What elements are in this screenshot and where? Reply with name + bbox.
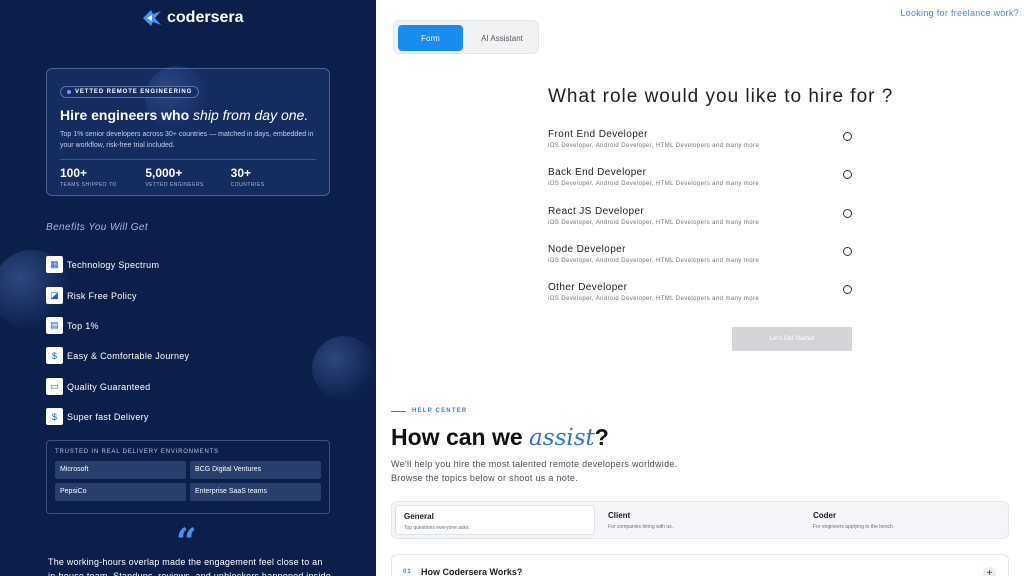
role-subtitle: iOS Developer, Android Developer, HTML D… bbox=[548, 296, 760, 302]
hero-title: Hire engineers who ship from day one. bbox=[60, 107, 316, 123]
benefit-label: Technology Spectrum bbox=[67, 259, 160, 270]
role-radio[interactable] bbox=[843, 285, 852, 294]
brand-logo[interactable]: codersera bbox=[141, 8, 244, 28]
stat-number: 5,000+ bbox=[145, 166, 183, 180]
hero-card: VETTED REMOTE ENGINEERING Hire engineers… bbox=[46, 68, 330, 196]
stat-item: 5,000+ VETTED ENGINEERS bbox=[145, 166, 230, 188]
role-subtitle: iOS Developer, Android Developer, HTML D… bbox=[548, 181, 760, 187]
role-name: Other Developer bbox=[548, 282, 628, 293]
trust-item: BCG Digital Ventures bbox=[190, 461, 321, 479]
tab-coder[interactable]: Coder For engineers applying to the benc… bbox=[805, 505, 1005, 535]
help-title: How can we assist? bbox=[391, 424, 609, 451]
help-label-text: HELP CENTER bbox=[412, 408, 468, 414]
pill-label: VETTED REMOTE ENGINEERING bbox=[75, 89, 193, 95]
category-name: General bbox=[404, 512, 434, 521]
trust-grid: Microsoft BCG Digital Ventures PepsiCo E… bbox=[55, 461, 321, 501]
label-line bbox=[391, 410, 406, 412]
role-option[interactable]: Back End Developer iOS Developer, Androi… bbox=[548, 167, 854, 187]
category-name: Coder bbox=[813, 511, 837, 520]
grid-icon: ▦ bbox=[46, 256, 63, 273]
stat-item: 100+ TEAMS SHIPPED TO bbox=[60, 166, 145, 188]
benefit-item: ▦ Technology Spectrum bbox=[46, 256, 159, 273]
help-description: We'll help you hire the most talented re… bbox=[391, 459, 678, 483]
faq-number: 01 bbox=[403, 569, 412, 575]
help-center-label: HELP CENTER bbox=[391, 408, 467, 414]
role-name: Front End Developer bbox=[548, 129, 648, 140]
stat-label: COUNTRIES bbox=[230, 182, 265, 188]
freelance-link[interactable]: Looking for freelance work? bbox=[900, 8, 1019, 18]
role-name: Back End Developer bbox=[548, 167, 647, 178]
trust-item: PepsiCo bbox=[55, 483, 186, 501]
benefit-label: Top 1% bbox=[67, 320, 99, 331]
benefit-item: $ Easy & Comfortable Journey bbox=[46, 347, 189, 364]
trust-item: Enterprise SaaS teams bbox=[190, 483, 321, 501]
role-option[interactable]: Node Developer iOS Developer, Android De… bbox=[548, 244, 854, 264]
stat-number: 100+ bbox=[60, 166, 88, 180]
role-radio[interactable] bbox=[843, 170, 852, 179]
category-sub: For engineers applying to the bench. bbox=[813, 524, 895, 530]
benefit-item: ◪ Risk Free Policy bbox=[46, 287, 137, 304]
help-title-accent: assist bbox=[529, 425, 595, 451]
trust-item: Microsoft bbox=[55, 461, 186, 479]
benefit-item: $ Super fast Delivery bbox=[46, 408, 149, 425]
logo-icon bbox=[143, 10, 161, 26]
category-sub: For companies hiring with us. bbox=[608, 524, 674, 530]
role-subtitle: iOS Developer, Android Developer, HTML D… bbox=[548, 220, 760, 226]
testimonial-text: The working-hours overlap made the engag… bbox=[48, 557, 331, 576]
benefit-label: Easy & Comfortable Journey bbox=[67, 350, 190, 361]
benefit-label: Super fast Delivery bbox=[67, 411, 149, 422]
trust-title: TRUSTED IN REAL DELIVERY ENVIRONMENTS bbox=[55, 449, 219, 455]
pill-dot-icon bbox=[67, 90, 71, 94]
category-sub: Top questions everyone asks. bbox=[404, 525, 470, 531]
brand-name: codersera bbox=[167, 9, 244, 26]
role-radio[interactable] bbox=[843, 209, 852, 218]
benefit-label: Quality Guaranteed bbox=[67, 381, 151, 392]
decor-glow bbox=[312, 336, 376, 400]
vetted-pill: VETTED REMOTE ENGINEERING bbox=[60, 86, 200, 98]
role-subtitle: iOS Developer, Android Developer, HTML D… bbox=[548, 143, 760, 149]
category-name: Client bbox=[608, 511, 631, 520]
divider bbox=[60, 159, 316, 160]
role-radio[interactable] bbox=[843, 132, 852, 141]
benefit-label: Risk Free Policy bbox=[67, 290, 137, 301]
stat-item: 30+ COUNTRIES bbox=[231, 166, 316, 188]
hero-stats: 100+ TEAMS SHIPPED TO 5,000+ VETTED ENGI… bbox=[60, 166, 316, 188]
role-name: React JS Developer bbox=[548, 206, 645, 217]
stat-number: 30+ bbox=[230, 166, 252, 180]
benefits-heading: Benefits You Will Get bbox=[46, 222, 149, 233]
left-panel: codersera VETTED REMOTE ENGINEERING Hire… bbox=[0, 0, 376, 576]
help-title-part: How can we bbox=[391, 424, 530, 450]
benefit-item: ▤ Top 1% bbox=[46, 317, 99, 334]
role-option[interactable]: React JS Developer iOS Developer, Androi… bbox=[548, 206, 854, 226]
role-subtitle: iOS Developer, Android Developer, HTML D… bbox=[548, 258, 760, 264]
tab-ai-assistant[interactable]: AI Assistant bbox=[468, 25, 536, 51]
star-icon: ▤ bbox=[46, 317, 63, 334]
stat-label: TEAMS SHIPPED TO bbox=[60, 182, 117, 188]
tab-client[interactable]: Client For companies hiring with us. bbox=[600, 505, 800, 535]
role-radio[interactable] bbox=[843, 247, 852, 256]
faq-question: How Codersera Works? bbox=[421, 567, 523, 576]
hero-description: Top 1% senior developers across 30+ coun… bbox=[60, 131, 314, 149]
help-title-part: ? bbox=[594, 424, 609, 450]
chat-icon: ▭ bbox=[46, 378, 63, 395]
mode-tabs: Form AI Assistant bbox=[393, 20, 539, 54]
dollar-icon: $ bbox=[46, 408, 63, 425]
tab-form[interactable]: Form bbox=[398, 25, 463, 51]
trust-card: TRUSTED IN REAL DELIVERY ENVIRONMENTS Mi… bbox=[46, 440, 330, 514]
dollar-icon: $ bbox=[46, 347, 63, 364]
faq-category-tabs: General Top questions everyone asks. Cli… bbox=[391, 501, 1009, 539]
get-started-button[interactable]: Let's Get Started bbox=[732, 327, 852, 351]
role-name: Node Developer bbox=[548, 244, 626, 255]
hero-title-italic: ship from day one. bbox=[193, 107, 309, 123]
shield-icon: ◪ bbox=[46, 287, 63, 304]
benefit-item: ▭ Quality Guaranteed bbox=[46, 378, 150, 395]
hero-title-plain: Hire engineers who bbox=[60, 107, 194, 123]
stat-label: VETTED ENGINEERS bbox=[145, 182, 204, 188]
plus-icon[interactable]: + bbox=[983, 567, 996, 576]
faq-item[interactable]: 01 How Codersera Works? + bbox=[391, 554, 1009, 576]
form-question: What role would you like to hire for ? bbox=[548, 86, 894, 107]
role-option[interactable]: Front End Developer iOS Developer, Andro… bbox=[548, 129, 854, 149]
role-option[interactable]: Other Developer iOS Developer, Android D… bbox=[548, 282, 854, 302]
tab-general[interactable]: General Top questions everyone asks. bbox=[395, 505, 595, 535]
